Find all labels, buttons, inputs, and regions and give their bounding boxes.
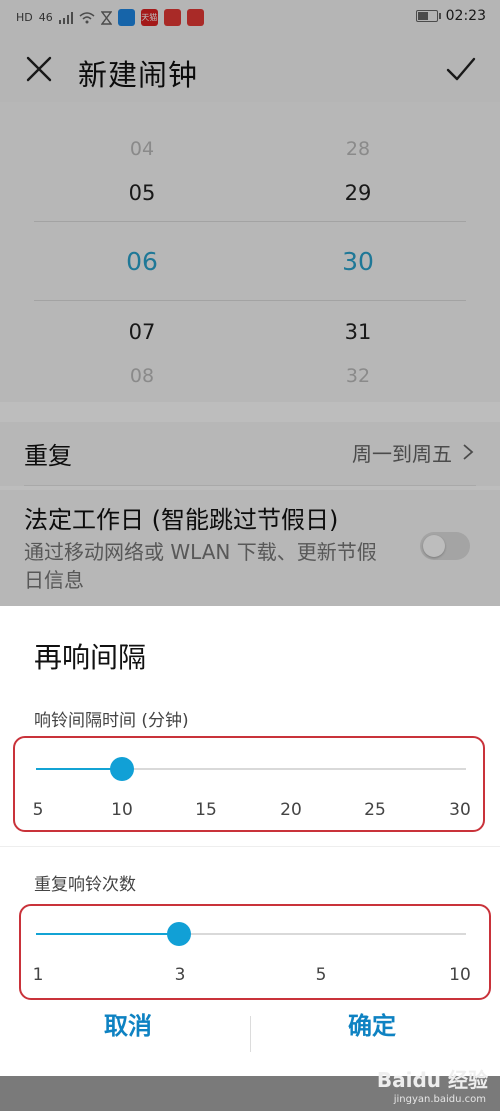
alarm-page: HD 46 天猫 02:23 新建闹钟 04 05 06 07 08 28 29…: [0, 0, 500, 1111]
dialog-title: 再响间隔: [34, 641, 147, 674]
repeat-count-tick: 1: [32, 965, 44, 985]
interval-tick: 10: [111, 800, 133, 820]
repeat-count-tick: 3: [174, 965, 186, 985]
repeat-count-tick: 5: [315, 965, 327, 985]
interval-tick: 5: [32, 800, 44, 820]
baidu-watermark: Baidu 经验: [376, 1068, 488, 1092]
repeat-count-slider[interactable]: [36, 922, 466, 946]
interval-tick: 15: [195, 800, 217, 820]
dim-overlay: [0, 0, 500, 608]
snooze-dialog: 再响间隔 响铃间隔时间 (分钟) 5 10 15 20 25 30 重复响铃次数…: [0, 606, 500, 1076]
repeat-count-tick: 10: [449, 965, 471, 985]
baidu-watermark-url: jingyan.baidu.com: [393, 1094, 486, 1105]
repeat-count-label: 重复响铃次数: [34, 875, 136, 895]
interval-slider[interactable]: [36, 757, 466, 781]
interval-label: 响铃间隔时间 (分钟): [34, 711, 189, 731]
interval-tick: 25: [364, 800, 386, 820]
interval-tick: 20: [280, 800, 302, 820]
confirm-button[interactable]: 确定: [272, 1006, 472, 1041]
interval-tick: 30: [449, 800, 471, 820]
interval-highlight: [13, 736, 485, 832]
repeat-count-highlight: [19, 904, 491, 1000]
section-divider: [0, 846, 500, 847]
repeat-count-slider-fill: [36, 933, 180, 935]
interval-slider-thumb[interactable]: [110, 757, 134, 781]
cancel-button[interactable]: 取消: [28, 1006, 228, 1041]
button-divider: [250, 1016, 251, 1052]
